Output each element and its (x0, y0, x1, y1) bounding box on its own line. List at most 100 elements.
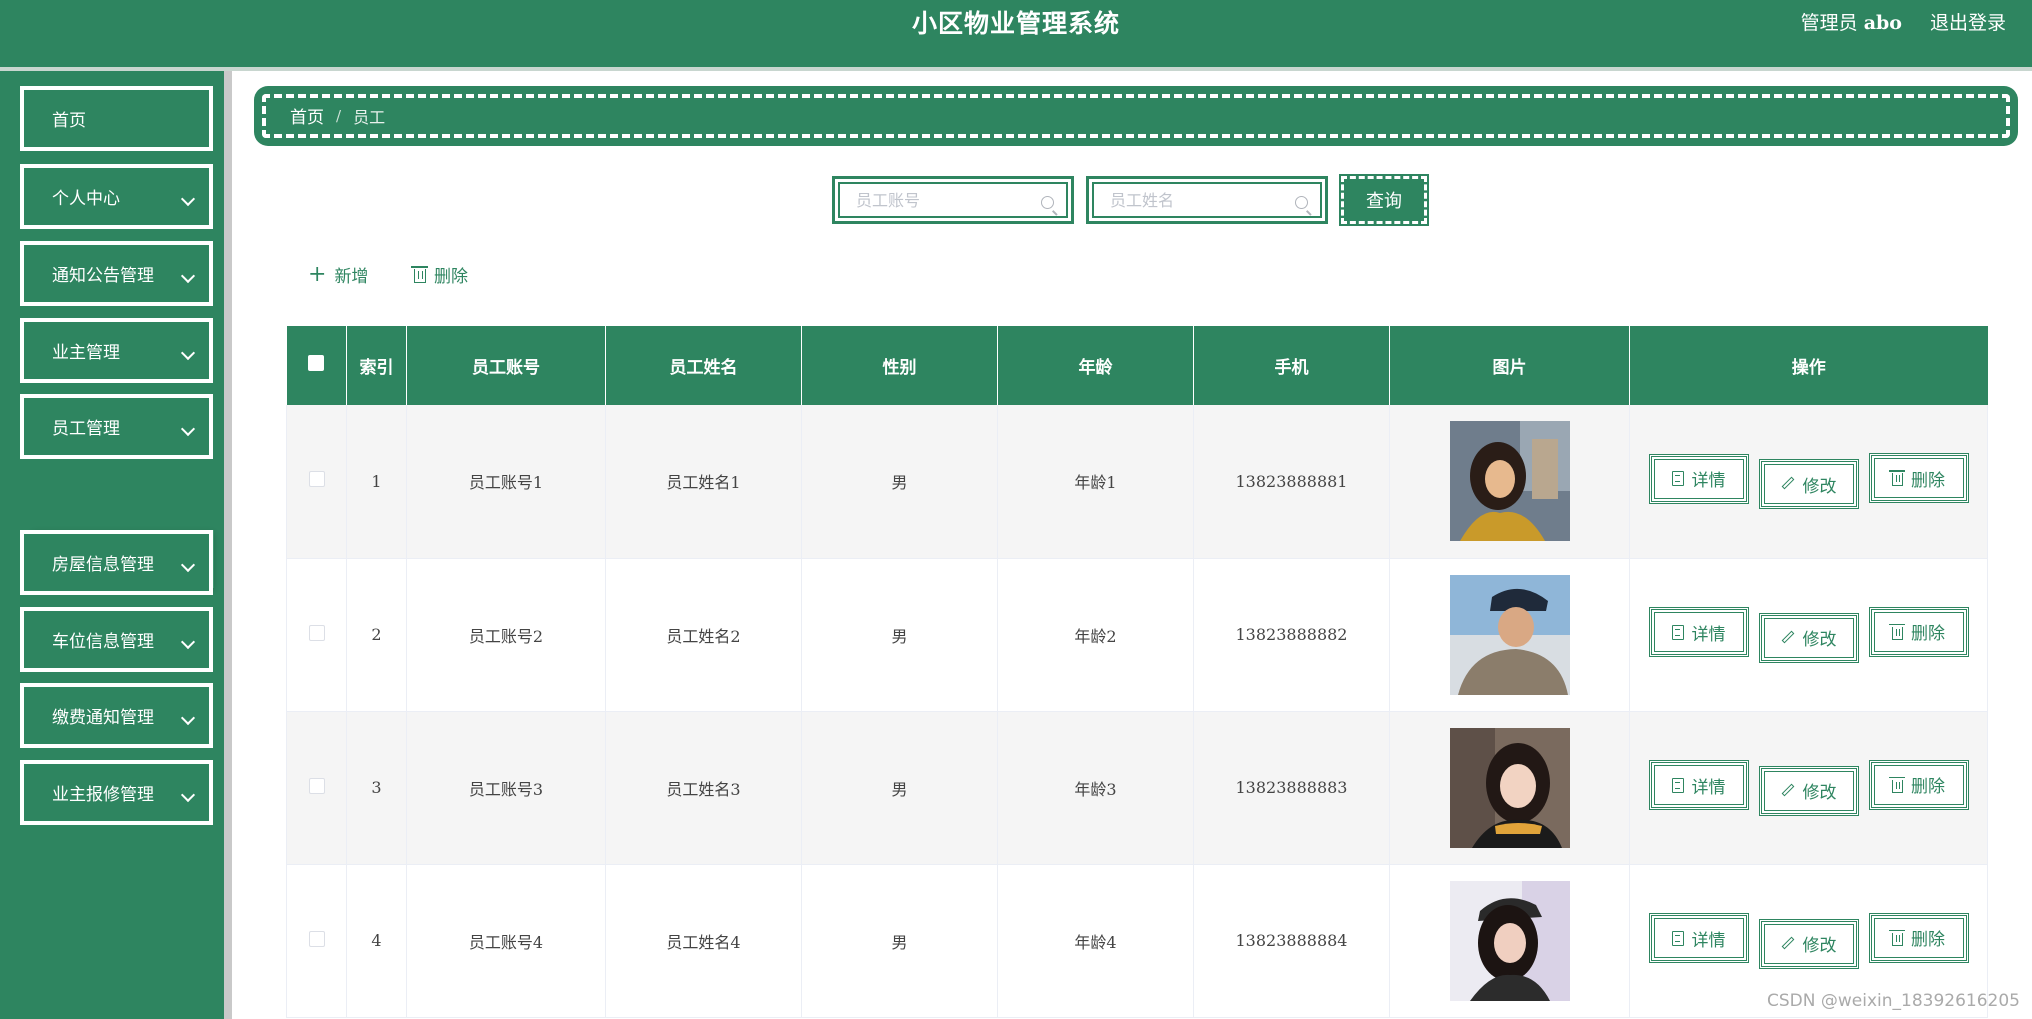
table-row: 1 员工账号1 员工姓名1 男 年龄1 13823888881 详情 修改 删除 (286, 405, 1988, 559)
table-header-row: 索引 员工账号 员工姓名 性别 年龄 手机 图片 操作 (286, 326, 1988, 405)
detail-label: 详情 (1691, 471, 1726, 492)
row-checkbox[interactable] (308, 471, 325, 488)
user-role-label: 管理员 (1800, 12, 1858, 34)
watermark: CSDN @weixin_18392616205 (1767, 991, 2020, 1011)
breadcrumb: 首页 / 员工 (254, 86, 2018, 146)
cell-account: 员工账号4 (406, 864, 606, 1018)
edit-label: 修改 (1802, 936, 1837, 956)
sidebar-item-label: 个人中心 (52, 189, 120, 209)
cell-phone: 13823888882 (1193, 558, 1390, 712)
row-checkbox[interactable] (308, 777, 325, 794)
edit-button[interactable]: 修改 (1758, 918, 1859, 969)
sidebar-item-parking-management[interactable]: 车位信息管理 (20, 607, 213, 672)
row-checkbox[interactable] (308, 930, 325, 947)
plus-icon: + (308, 261, 327, 287)
breadcrumb-home[interactable]: 首页 (290, 103, 324, 128)
detail-button[interactable]: 详情 (1648, 607, 1749, 657)
pencil-icon (1781, 936, 1794, 949)
row-delete-button[interactable]: 删除 (1868, 606, 1969, 657)
search-icon (1295, 196, 1308, 209)
cell-account: 员工账号3 (406, 711, 606, 865)
search-icon (1041, 196, 1054, 209)
cell-account: 员工账号2 (406, 558, 606, 712)
select-all-checkbox[interactable] (308, 355, 325, 371)
sidebar-item-notice-management[interactable]: 通知公告管理 (20, 241, 213, 306)
sidebar-item-payment-notice-management[interactable]: 缴费通知管理 (20, 683, 213, 748)
row-delete-button[interactable]: 删除 (1868, 453, 1969, 504)
edit-button[interactable]: 修改 (1758, 765, 1859, 816)
cell-age: 年龄3 (997, 711, 1194, 865)
table-row: 4 员工账号4 员工姓名4 男 年龄4 13823888884 详情 修改 删除 (286, 864, 1988, 1018)
staff-table: 索引 员工账号 员工姓名 性别 年龄 手机 图片 操作 1 员工账号1 员工姓名… (286, 326, 1988, 1018)
document-icon (1671, 777, 1684, 793)
detail-button[interactable]: 详情 (1648, 913, 1749, 963)
document-icon (1671, 624, 1684, 640)
row-delete-button[interactable]: 删除 (1868, 912, 1969, 963)
sidebar-item-label: 业主管理 (52, 343, 120, 363)
sidebar-item-owner-management[interactable]: 业主管理 (20, 318, 213, 383)
column-header-index: 索引 (346, 326, 407, 405)
logout-link[interactable]: 退出登录 (1930, 8, 2006, 35)
staff-name-input[interactable] (1110, 190, 1280, 210)
staff-account-input[interactable] (856, 190, 1026, 210)
sidebar-item-house-management[interactable]: 房屋信息管理 (20, 530, 213, 595)
cell-age: 年龄1 (997, 405, 1194, 559)
sidebar-item-repair-management[interactable]: 业主报修管理 (20, 760, 213, 825)
cell-phone: 13823888884 (1193, 864, 1390, 1018)
chevron-down-icon (180, 268, 196, 284)
column-header-gender: 性别 (801, 326, 998, 405)
sidebar-item-label: 业主报修管理 (52, 785, 154, 805)
column-header-account: 员工账号 (406, 326, 606, 405)
delete-label: 删除 (1911, 470, 1945, 491)
sidebar-item-home[interactable]: 首页 (20, 86, 213, 151)
select-all-cell (286, 326, 347, 405)
user-name: abo (1863, 12, 1902, 34)
pencil-icon (1781, 630, 1794, 643)
column-header-actions: 操作 (1629, 326, 1988, 405)
header-user-area: 管理员 abo 退出登录 (1801, 8, 2006, 35)
cell-gender: 男 (801, 864, 998, 1018)
chevron-down-icon (180, 345, 196, 361)
chevron-down-icon (180, 557, 196, 573)
sidebar-item-personal-center[interactable]: 个人中心 (20, 164, 213, 229)
detail-label: 详情 (1691, 624, 1726, 645)
detail-button[interactable]: 详情 (1648, 760, 1749, 810)
detail-label: 详情 (1691, 777, 1726, 798)
edit-label: 修改 (1802, 476, 1837, 497)
sidebar-item-label: 通知公告管理 (52, 266, 154, 286)
edit-button[interactable]: 修改 (1758, 459, 1859, 510)
cell-index: 3 (346, 711, 407, 865)
row-checkbox[interactable] (308, 624, 325, 641)
detail-label: 详情 (1691, 930, 1726, 951)
sidebar-item-label: 首页 (52, 111, 86, 131)
sidebar-item-label: 房屋信息管理 (52, 555, 154, 575)
trash-icon (1889, 776, 1905, 793)
query-button[interactable]: 查询 (1339, 174, 1429, 226)
column-header-name: 员工姓名 (605, 326, 802, 405)
chevron-down-icon (180, 787, 196, 803)
column-header-phone: 手机 (1193, 326, 1390, 405)
row-delete-button[interactable]: 删除 (1868, 759, 1969, 810)
sidebar: 首页 个人中心 通知公告管理 业主管理 员工管理 员工 房屋信息管理 车位信息管… (0, 71, 232, 1019)
cell-age: 年龄4 (997, 864, 1194, 1018)
batch-delete-button[interactable]: 删除 (411, 262, 468, 287)
add-button[interactable]: + 新增 (308, 262, 368, 287)
top-header: 小区物业管理系统 管理员 abo 退出登录 (0, 0, 2032, 67)
cell-name: 员工姓名2 (605, 558, 802, 712)
chevron-down-icon (180, 191, 196, 207)
cell-account: 员工账号1 (406, 405, 606, 559)
staff-photo (1449, 727, 1570, 848)
cell-gender: 男 (801, 711, 998, 865)
sidebar-item-staff-management[interactable]: 员工管理 (20, 394, 213, 459)
pencil-icon (1781, 476, 1794, 490)
cell-gender: 男 (801, 558, 998, 712)
document-icon (1671, 930, 1684, 946)
edit-button[interactable]: 修改 (1758, 612, 1859, 663)
detail-button[interactable]: 详情 (1648, 453, 1749, 504)
cell-phone: 13823888881 (1193, 405, 1390, 559)
user-info: 管理员 abo (1801, 8, 1902, 35)
table-row: 3 员工账号3 员工姓名3 男 年龄3 13823888883 详情 修改 删除 (286, 711, 1988, 865)
add-label: 新增 (334, 267, 369, 287)
breadcrumb-current: 员工 (353, 107, 386, 127)
pencil-icon (1781, 783, 1794, 796)
